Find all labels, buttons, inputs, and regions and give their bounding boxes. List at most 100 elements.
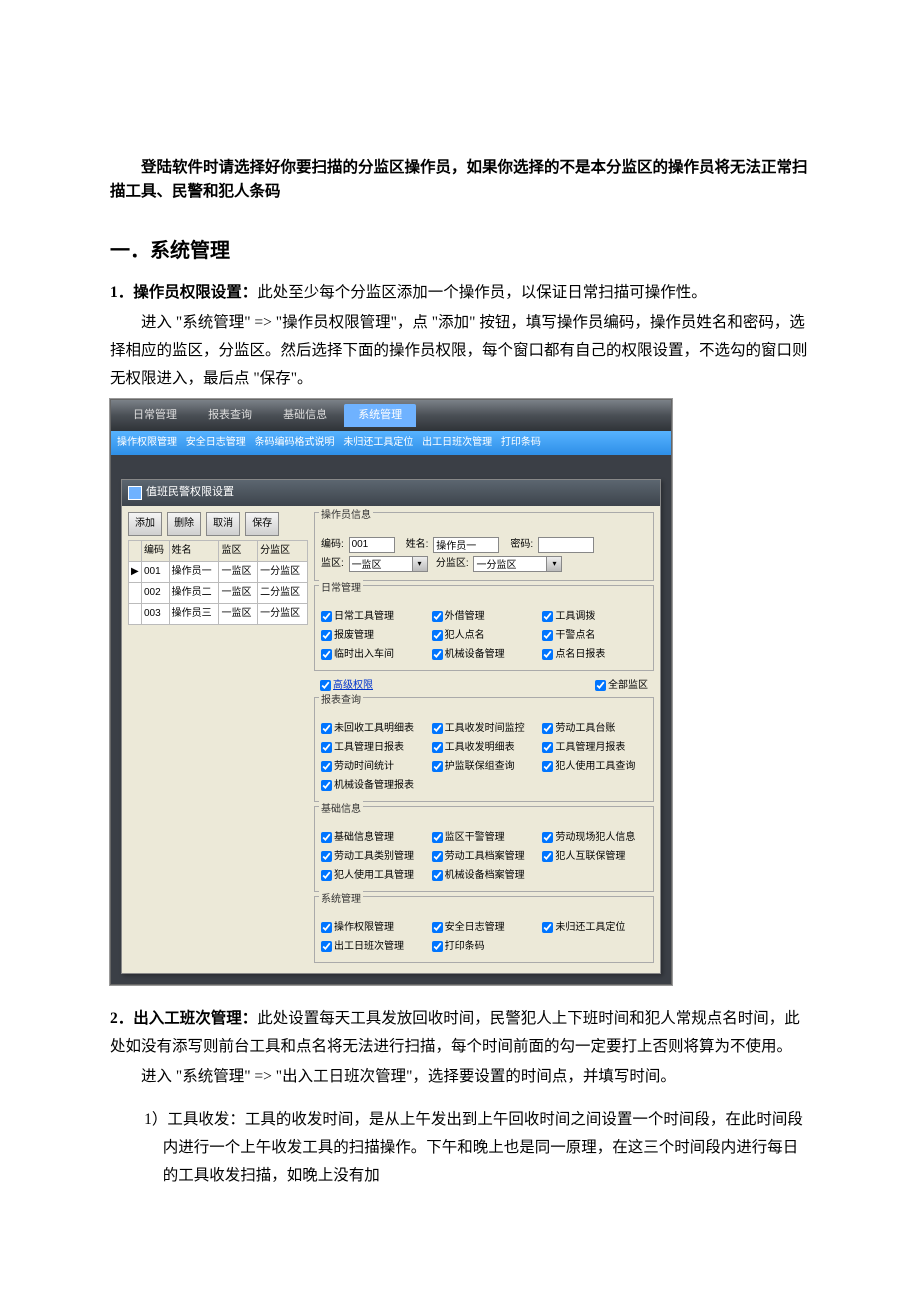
- permission-checkbox[interactable]: 工具管理日报表: [321, 739, 426, 757]
- pwd-input[interactable]: [538, 537, 594, 553]
- checkbox-label: 临时出入车间: [334, 649, 394, 660]
- permissions-dialog: 值班民警权限设置 添加 删除 取消 保存 编码: [121, 479, 661, 974]
- checkbox-label: 工具管理月报表: [555, 742, 625, 753]
- permission-checkbox[interactable]: 操作权限管理: [321, 919, 426, 937]
- checkbox-label: 安全日志管理: [445, 922, 505, 933]
- menu-reports[interactable]: 报表查询: [194, 404, 266, 428]
- save-button[interactable]: 保存: [245, 512, 279, 536]
- cancel-button[interactable]: 取消: [206, 512, 240, 536]
- permission-checkbox[interactable]: 劳动工具档案管理: [432, 848, 537, 866]
- permission-checkbox[interactable]: 外借管理: [432, 608, 537, 626]
- permission-checkbox[interactable]: 犯人使用工具管理: [321, 867, 426, 885]
- checkbox-label: 干警点名: [555, 630, 595, 641]
- zone-select[interactable]: [349, 556, 415, 572]
- checkbox-label: 未回收工具明细表: [334, 723, 414, 734]
- chevron-down-icon[interactable]: ▾: [546, 556, 562, 572]
- permission-checkbox[interactable]: 护监联保组查询: [432, 758, 537, 776]
- submenu-item[interactable]: 出工日班次管理: [422, 437, 492, 448]
- add-button[interactable]: 添加: [128, 512, 162, 536]
- basic-info-group: 基础信息 基础信息管理监区干警管理劳动现场犯人信息劳动工具类别管理劳动工具档案管…: [314, 806, 654, 892]
- cell: 001: [142, 562, 170, 583]
- code-input[interactable]: [349, 537, 395, 553]
- permission-checkbox[interactable]: 临时出入车间: [321, 646, 426, 664]
- cell: 一监区: [219, 583, 258, 604]
- permission-checkbox[interactable]: 劳动工具台账: [542, 720, 647, 738]
- subzone-select[interactable]: [473, 556, 549, 572]
- checkbox-label: 基础信息管理: [334, 832, 394, 843]
- submenu-item[interactable]: 安全日志管理: [186, 437, 246, 448]
- dialog-titlebar[interactable]: 值班民警权限设置: [122, 480, 660, 506]
- checkbox-label: 未归还工具定位: [555, 922, 625, 933]
- checkbox-label: 劳动工具类别管理: [334, 851, 414, 862]
- system-mgmt-group: 系统管理 操作权限管理安全日志管理未归还工具定位出工日班次管理打印条码: [314, 896, 654, 963]
- pwd-label: 密码:: [510, 539, 533, 550]
- name-label: 姓名:: [406, 539, 429, 550]
- item-2-sub1: 1）工具收发：工具的收发时间，是从上午发出到上午回收时间之间设置一个时间段，在此…: [144, 1106, 810, 1190]
- permission-checkbox[interactable]: 犯人互联保管理: [542, 848, 647, 866]
- submenu-item[interactable]: 操作权限管理: [117, 437, 177, 448]
- permission-checkbox[interactable]: 基础信息管理: [321, 829, 426, 847]
- permission-checkbox[interactable]: 工具调拨: [542, 608, 647, 626]
- menu-system[interactable]: 系统管理: [344, 404, 416, 428]
- permission-checkbox[interactable]: 未回收工具明细表: [321, 720, 426, 738]
- cell: 二分监区: [258, 583, 308, 604]
- checkbox-label: 工具收发时间监控: [445, 723, 525, 734]
- permission-checkbox[interactable]: 工具收发时间监控: [432, 720, 537, 738]
- checkbox-label: 犯人使用工具管理: [334, 870, 414, 881]
- permission-checkbox[interactable]: 犯人使用工具查询: [542, 758, 647, 776]
- permission-checkbox[interactable]: 日常工具管理: [321, 608, 426, 626]
- item-1: 1．操作员权限设置：此处至少每个分监区添加一个操作员，以保证日常扫描可操作性。: [110, 279, 810, 307]
- checkbox-label: 工具调拨: [555, 611, 595, 622]
- cell: 002: [142, 583, 170, 604]
- permission-checkbox[interactable]: 犯人点名: [432, 627, 537, 645]
- checkbox-label: 机械设备管理: [445, 649, 505, 660]
- permission-checkbox[interactable]: 劳动现场犯人信息: [542, 829, 647, 847]
- permission-checkbox[interactable]: 干警点名: [542, 627, 647, 645]
- checkbox-label: 工具收发明细表: [445, 742, 515, 753]
- chevron-down-icon[interactable]: ▾: [412, 556, 428, 572]
- cell: 一监区: [219, 604, 258, 625]
- menu-daily[interactable]: 日常管理: [119, 404, 191, 428]
- permission-checkbox[interactable]: 工具收发明细表: [432, 739, 537, 757]
- code-label: 编码:: [321, 539, 344, 550]
- permission-checkbox[interactable]: 劳动工具类别管理: [321, 848, 426, 866]
- submenu-item[interactable]: 未归还工具定位: [343, 437, 413, 448]
- menu-basic[interactable]: 基础信息: [269, 404, 341, 428]
- checkbox-label: 劳动工具档案管理: [445, 851, 525, 862]
- reports-group: 报表查询 未回收工具明细表工具收发时间监控劳动工具台账工具管理日报表工具收发明细…: [314, 697, 654, 802]
- permission-checkbox[interactable]: 机械设备管理报表: [321, 777, 426, 795]
- cell: 一监区: [219, 562, 258, 583]
- checkbox-label: 劳动时间统计: [334, 761, 394, 772]
- checkbox-label: 犯人点名: [445, 630, 485, 641]
- table-row[interactable]: 002 操作员二 一监区 二分监区: [129, 583, 308, 604]
- submenu-item[interactable]: 条码编码格式说明: [255, 437, 335, 448]
- permission-checkbox[interactable]: 机械设备档案管理: [432, 867, 537, 885]
- all-zones-checkbox[interactable]: 全部监区: [595, 677, 648, 695]
- operator-table[interactable]: 编码 姓名 监区 分监区 ▶ 001 操作员一 一监区 一分监区: [128, 540, 308, 625]
- name-input[interactable]: [433, 537, 499, 553]
- checkbox-label: 外借管理: [445, 611, 485, 622]
- checkbox-label: 机械设备档案管理: [445, 870, 525, 881]
- cell: 操作员三: [169, 604, 219, 625]
- group-legend: 基础信息: [319, 801, 363, 819]
- permission-checkbox[interactable]: 点名日报表: [542, 646, 647, 664]
- item-2: 2．出入工班次管理：此处设置每天工具发放回收时间，民警犯人上下班时间和犯人常规点…: [110, 1005, 810, 1061]
- permission-checkbox[interactable]: 未归还工具定位: [542, 919, 647, 937]
- permission-checkbox[interactable]: 工具管理月报表: [542, 739, 647, 757]
- col-name: 姓名: [169, 541, 219, 562]
- permission-checkbox[interactable]: 安全日志管理: [432, 919, 537, 937]
- group-legend: 日常管理: [319, 580, 363, 598]
- dialog-toolbar: 添加 删除 取消 保存: [128, 512, 308, 536]
- delete-button[interactable]: 删除: [167, 512, 201, 536]
- table-row[interactable]: ▶ 001 操作员一 一监区 一分监区: [129, 562, 308, 583]
- permission-checkbox[interactable]: 出工日班次管理: [321, 938, 426, 956]
- group-legend: 系统管理: [319, 891, 363, 909]
- submenu-item[interactable]: 打印条码: [501, 437, 541, 448]
- checkbox-label: 劳动现场犯人信息: [555, 832, 635, 843]
- permission-checkbox[interactable]: 机械设备管理: [432, 646, 537, 664]
- permission-checkbox[interactable]: 打印条码: [432, 938, 537, 956]
- table-row[interactable]: 003 操作员三 一监区 一分监区: [129, 604, 308, 625]
- permission-checkbox[interactable]: 报废管理: [321, 627, 426, 645]
- permission-checkbox[interactable]: 劳动时间统计: [321, 758, 426, 776]
- permission-checkbox[interactable]: 监区干警管理: [432, 829, 537, 847]
